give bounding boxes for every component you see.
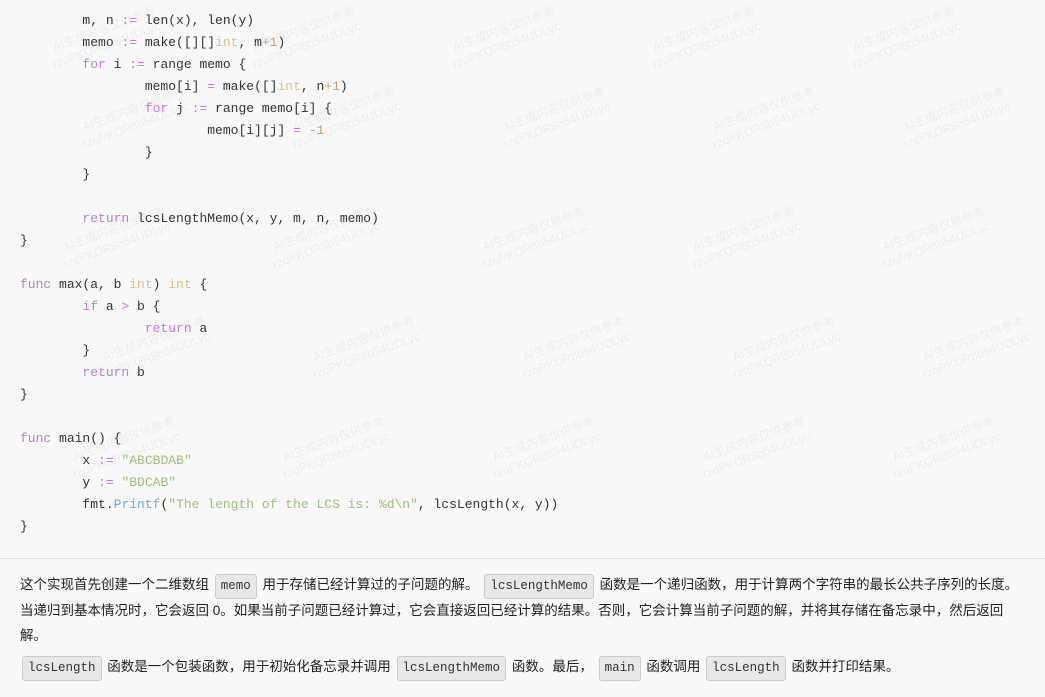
code-line-5: for j := range memo[i] {	[20, 98, 1025, 120]
code-line-7: }	[20, 142, 1025, 164]
code-line-blank2	[20, 252, 1025, 274]
code-line-9: return lcsLengthMemo(x, y, m, n, memo)	[20, 208, 1025, 230]
code-line-12: if a > b {	[20, 296, 1025, 318]
desc-para1: 这个实现首先创建一个二维数组 memo 用于存储已经计算过的子问题的解。 lcs…	[20, 573, 1025, 649]
desc-para2: lcsLength 函数是一个包装函数，用于初始化备忘录并调用 lcsLengt…	[20, 655, 1025, 681]
desc-text-7: 函数并打印结果。	[791, 659, 899, 674]
code-area: AI生成内容仅供参考 rzqPKQR8b54UDLyc AI生成内容仅供参考 r…	[0, 0, 1045, 558]
desc-text-1: 这个实现首先创建一个二维数组	[20, 577, 209, 592]
desc-text-5: 函数。最后，	[512, 659, 593, 674]
code-line-2: memo := make([][]int, m+1)	[20, 32, 1025, 54]
desc-text-2: 用于存储已经计算过的子问题的解。	[263, 577, 479, 592]
code-line-18: x := "ABCBDAB"	[20, 450, 1025, 472]
code-line-3: for i := range memo {	[20, 54, 1025, 76]
code-line-11: func max(a, b int) int {	[20, 274, 1025, 296]
code-line-19: y := "BDCAB"	[20, 472, 1025, 494]
code-line-14: }	[20, 340, 1025, 362]
code-line-8: }	[20, 164, 1025, 186]
code-line-16: }	[20, 384, 1025, 406]
code-line-6: memo[i][j] = -1	[20, 120, 1025, 142]
code-line-13: return a	[20, 318, 1025, 340]
code-line-1: m, n := len(x), len(y)	[20, 10, 1025, 32]
code-line-blank3	[20, 406, 1025, 428]
code-line-10: }	[20, 230, 1025, 252]
code-line-4: memo[i] = make([]int, n+1)	[20, 76, 1025, 98]
desc-text-4: 函数是一个包装函数，用于初始化备忘录并调用	[107, 659, 391, 674]
code-line-17: func main() {	[20, 428, 1025, 450]
code-block: m, n := len(x), len(y) memo := make([][]…	[20, 10, 1025, 538]
memo-inline-code: memo	[215, 574, 257, 599]
code-line-21: }	[20, 516, 1025, 538]
description-area: 这个实现首先创建一个二维数组 memo 用于存储已经计算过的子问题的解。 lcs…	[0, 558, 1045, 697]
lcslengthmemo-inline-code: lcsLengthMemo	[484, 574, 594, 599]
code-line-blank1	[20, 186, 1025, 208]
code-line-20: fmt.Printf("The length of the LCS is: %d…	[20, 494, 1025, 516]
code-line-15: return b	[20, 362, 1025, 384]
desc-text-6: 函数调用	[646, 659, 700, 674]
